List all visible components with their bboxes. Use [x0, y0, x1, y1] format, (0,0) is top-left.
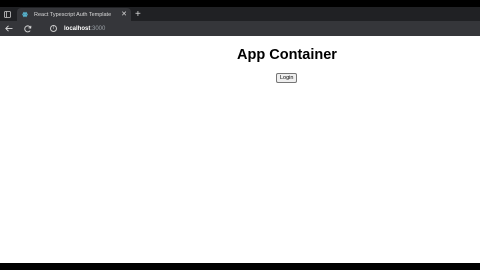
tab-actions-icon[interactable] — [0, 7, 14, 21]
close-icon[interactable]: ✕ — [121, 10, 127, 19]
new-tab-icon[interactable]: + — [135, 8, 141, 21]
url-text: localhost:3000 — [64, 26, 105, 32]
browser-toolbar: i localhost:3000 — [0, 21, 480, 36]
page-title: App Container — [237, 47, 337, 63]
top-letterbox — [0, 0, 480, 7]
url-port: :3000 — [90, 25, 106, 32]
login-button[interactable]: Login — [276, 73, 298, 83]
info-icon[interactable]: i — [50, 25, 57, 32]
back-arrow-icon[interactable] — [4, 21, 14, 36]
tab-strip: React Typescript Auth Template ✕ + — [0, 7, 480, 21]
bottom-letterbox — [0, 263, 480, 270]
tab-active[interactable]: React Typescript Auth Template ✕ — [17, 8, 131, 21]
url-host: localhost — [64, 25, 91, 32]
reload-icon[interactable] — [23, 21, 33, 36]
react-atom-icon — [22, 11, 28, 18]
tab-title: React Typescript Auth Template — [34, 11, 112, 18]
page-viewport: App Container Login — [0, 36, 480, 263]
address-bar[interactable]: i localhost:3000 — [50, 21, 105, 36]
